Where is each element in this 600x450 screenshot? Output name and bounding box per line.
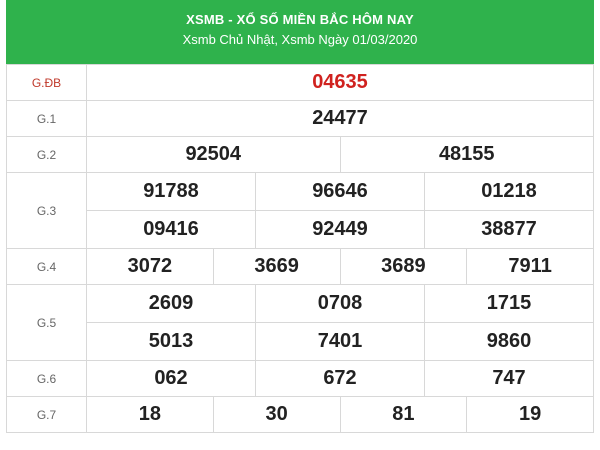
- prize-1-number: 24477: [86, 100, 594, 137]
- label-special-prize: G.ĐB: [6, 64, 87, 101]
- prize-4-number: 7911: [466, 248, 594, 285]
- row-prize-4: G.4 3072 3669 3689 7911: [6, 248, 594, 285]
- prize-3-number: 92449: [255, 210, 425, 249]
- prize-4-number: 3072: [86, 248, 214, 285]
- label-prize-5: G.5: [6, 284, 87, 361]
- row-prize-5: G.5 2609 0708 1715: [6, 284, 594, 361]
- prize-3-number: 09416: [86, 210, 256, 249]
- prize-2-number: 48155: [339, 136, 594, 173]
- prize-5-number: 9860: [424, 322, 594, 361]
- label-prize-2: G.2: [6, 136, 87, 173]
- prize-7-number: 18: [86, 396, 214, 433]
- row-special-prize: G.ĐB 04635: [6, 64, 594, 101]
- prize-5-number: 0708: [255, 284, 425, 323]
- prize-5-number: 7401: [255, 322, 425, 361]
- special-prize-number: 04635: [86, 64, 594, 101]
- prize-4-number: 3669: [212, 248, 341, 285]
- prize-3-number: 96646: [255, 172, 425, 211]
- row-prize-7: G.7 18 30 81 19: [6, 396, 594, 433]
- prize-5-number: 5013: [86, 322, 256, 361]
- label-prize-4: G.4: [6, 248, 87, 285]
- prize-3-number: 38877: [424, 210, 594, 249]
- prize-6-number: 062: [86, 360, 256, 397]
- prize-2-number: 92504: [86, 136, 341, 173]
- row-prize-1: G.1 24477: [6, 100, 594, 137]
- prize-5-number: 1715: [424, 284, 594, 323]
- results-subtitle: Xsmb Chủ Nhật, Xsmb Ngày 01/03/2020: [182, 32, 418, 47]
- results-table: G.ĐB 04635 G.1 24477 G.2 92504 48155 G.3…: [6, 64, 594, 433]
- label-prize-3: G.3: [6, 172, 87, 249]
- prize-7-number: 81: [339, 396, 468, 433]
- row-prize-3: 09416 92449 38877: [7, 210, 594, 249]
- row-prize-5: 5013 7401 9860: [7, 322, 594, 361]
- results-card: XSMB - XỔ SỐ MIỀN BẮC HÔM NAY Xsmb Chủ N…: [6, 0, 594, 433]
- label-prize-1: G.1: [6, 100, 87, 137]
- prize-6-number: 747: [424, 360, 594, 397]
- prize-7-number: 30: [212, 396, 341, 433]
- prize-3-number: 01218: [424, 172, 594, 211]
- label-prize-6: G.6: [6, 360, 87, 397]
- results-title: XSMB - XỔ SỐ MIỀN BẮC HÔM NAY: [186, 12, 414, 27]
- row-prize-2: G.2 92504 48155: [6, 136, 594, 173]
- prize-5-number: 2609: [86, 284, 256, 323]
- results-header: XSMB - XỔ SỐ MIỀN BẮC HÔM NAY Xsmb Chủ N…: [6, 0, 594, 64]
- label-prize-7: G.7: [6, 396, 87, 433]
- row-prize-6: G.6 062 672 747: [6, 360, 594, 397]
- prize-7-number: 19: [466, 396, 594, 433]
- row-prize-3: G.3 91788 96646 01218: [6, 172, 594, 249]
- prize-4-number: 3689: [339, 248, 468, 285]
- prize-3-number: 91788: [86, 172, 256, 211]
- prize-6-number: 672: [255, 360, 425, 397]
